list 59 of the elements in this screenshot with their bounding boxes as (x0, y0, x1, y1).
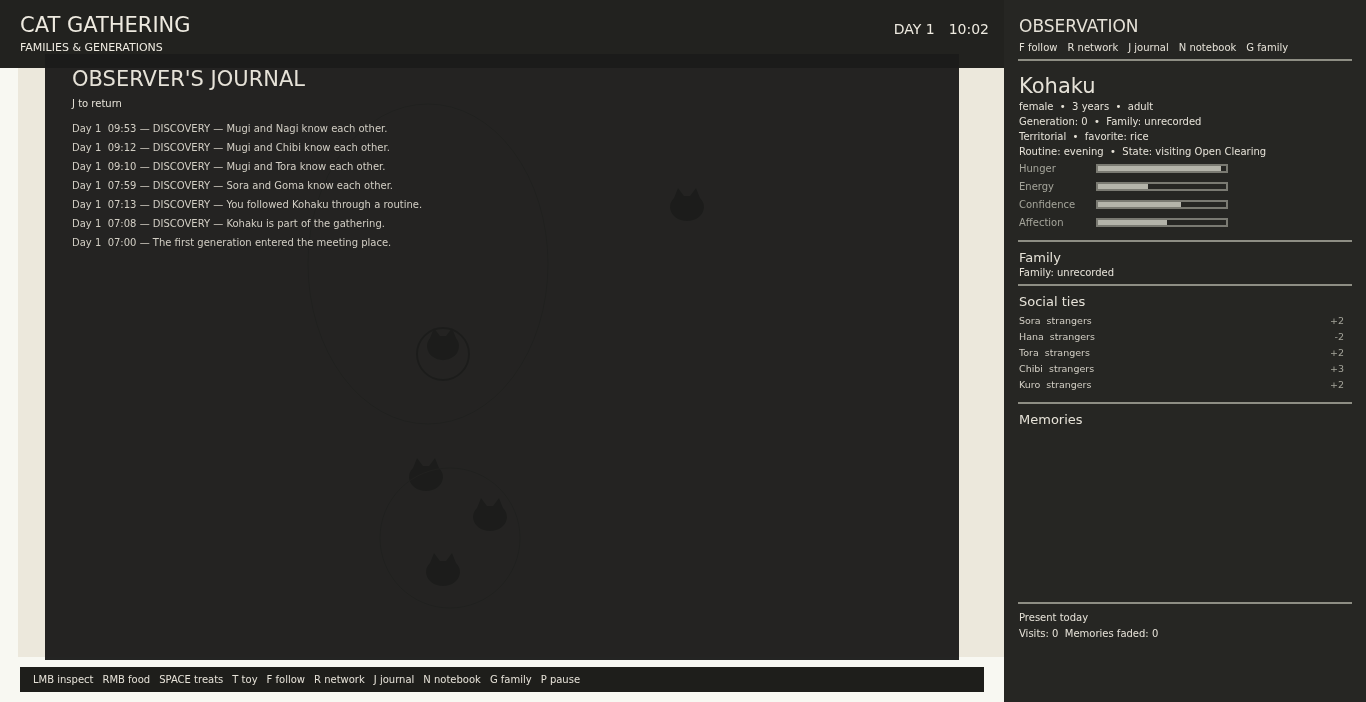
section-title: Memories (1019, 411, 1084, 428)
clock-time: 10:02 (948, 21, 989, 37)
journal-entry: Day 1 07:08 — DISCOVERY — Kohaku is part of the gathering. (72, 217, 386, 230)
shortcut-hint: F follow (1019, 41, 1058, 54)
control-hint: RMB food (102, 674, 151, 685)
tie-relation: strangers (1046, 378, 1092, 391)
tie-name: Chibi (1019, 362, 1043, 375)
control-hint: SPACE treats (159, 674, 224, 685)
visit-stats: Visits: 0 Memories faded: 0 (1019, 627, 1160, 640)
tie-relation: strangers (1049, 330, 1095, 343)
tie-relation: strangers (1044, 346, 1090, 359)
tie-score: -2 (1334, 330, 1344, 343)
journal-entry: Day 1 07:59 — DISCOVERY — Sora and Goma know each other. (72, 179, 395, 192)
shortcut-hint: R network (1067, 41, 1119, 54)
control-hint: J journal (373, 674, 415, 685)
journal-title: OBSERVER'S JOURNAL (72, 66, 307, 92)
tie-name: Tora (1019, 346, 1039, 359)
cat-detail: Territorial • favorite: rice (1019, 130, 1150, 144)
cat-detail: female • 3 years • adult (1019, 100, 1155, 114)
footer-title: Present today (1019, 611, 1090, 624)
return-hint: J to return (72, 97, 123, 110)
tie-name: Hana (1019, 330, 1044, 343)
journal-entry: Day 1 09:53 — DISCOVERY — Mugi and Nagi know each other. (72, 122, 389, 135)
control-hint: P pause (540, 674, 581, 685)
cat-name: Kohaku (1019, 73, 1097, 99)
app-title: CAT GATHERING (20, 12, 191, 38)
stat-label: Energy (1019, 181, 1055, 192)
cat-detail: Routine: evening • State: visiting Open Clearing (1019, 145, 1268, 159)
shortcut-hint: N notebook (1178, 41, 1237, 54)
control-hint: F follow (266, 674, 305, 685)
control-hint: T toy (232, 674, 258, 685)
journal-entry: Day 1 07:13 — DISCOVERY — You followed Kohaku through a routine. (72, 198, 424, 211)
tie-name: Sora (1019, 314, 1041, 327)
stat-label: Hunger (1019, 163, 1057, 174)
tie-score: +2 (1330, 378, 1344, 391)
journal-entry: Day 1 09:12 — DISCOVERY — Mugi and Chibi know each other. (72, 141, 391, 154)
app-subtitle: FAMILIES & GENERATIONS (20, 41, 164, 54)
tie-name: Kuro (1019, 378, 1041, 391)
tie-score: +2 (1330, 346, 1344, 359)
family-text: Family: unrecorded (1019, 266, 1116, 279)
section-title: Family (1019, 249, 1062, 266)
section-title: Social ties (1019, 293, 1087, 310)
shortcut-hint: G family (1246, 41, 1289, 54)
stat-label: Affection (1019, 217, 1065, 228)
tie-relation: strangers (1046, 314, 1092, 327)
stat-label: Confidence (1019, 199, 1077, 210)
tie-relation: strangers (1048, 362, 1095, 375)
control-hint: R network (314, 674, 365, 685)
tie-score: +3 (1330, 362, 1344, 375)
control-hint: G family (489, 674, 532, 685)
journal-entry: Day 1 09:10 — DISCOVERY — Mugi and Tora know each other. (72, 160, 387, 173)
shortcut-hint: J journal (1128, 41, 1169, 54)
tie-score: +2 (1330, 314, 1344, 327)
panel-title: OBSERVATION (1019, 16, 1140, 37)
control-hint: LMB inspect (33, 674, 94, 685)
control-hint: N notebook (423, 674, 481, 685)
day-label: DAY 1 (893, 21, 935, 37)
cat-detail: Generation: 0 • Family: unrecorded (1019, 115, 1203, 129)
journal-entry: Day 1 07:00 — The first generation entered the meeting place. (72, 236, 393, 249)
